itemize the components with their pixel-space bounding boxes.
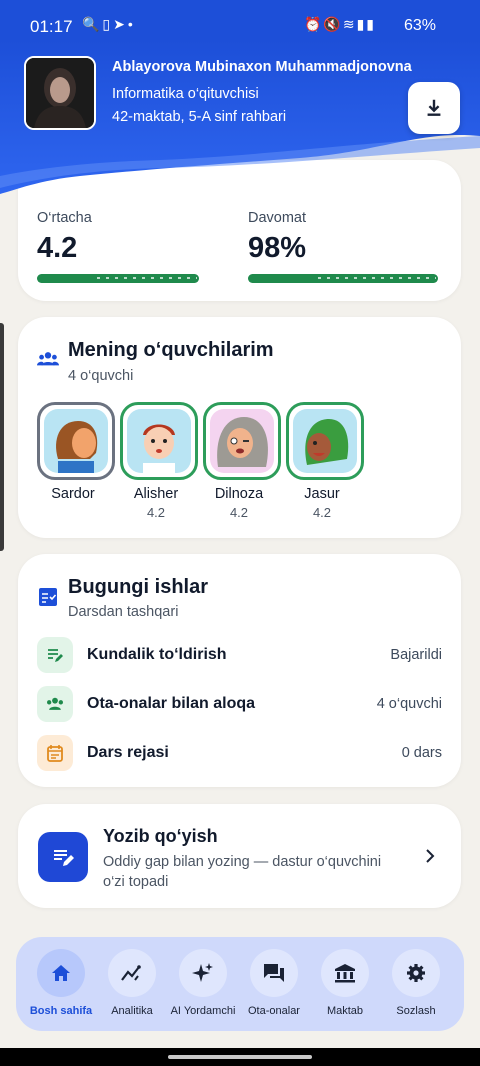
nav-item-settings[interactable]: Sozlash <box>384 937 448 1031</box>
tasks-card: Bugungi ishlar Darsdan tashqari Kundalik… <box>18 554 461 787</box>
task-value: 0 dars <box>401 745 442 761</box>
teacher-school: 42-maktab, 5-A sinf rahbari <box>112 109 287 125</box>
average-bar <box>37 274 199 283</box>
quick-add-description-cont: o‘zi topadi <box>103 874 169 890</box>
bottom-nav: Bosh sahifa Analitika AI Yordamchi Ota-o… <box>16 937 464 1031</box>
group-icon <box>37 686 73 722</box>
nav-label: Sozlash <box>396 1005 436 1017</box>
student-grade: 4.2 <box>312 505 332 520</box>
sparkle-icon <box>179 949 227 997</box>
student-name: Dilnoza <box>214 486 264 502</box>
checklist-icon <box>39 588 57 606</box>
analytics-icon <box>108 949 156 997</box>
student-name: Alisher <box>133 486 179 502</box>
edit-note-icon <box>37 637 73 673</box>
attendance-bar <box>248 274 438 283</box>
system-icons: ⏰🔇≋▮▮ <box>304 16 377 32</box>
student-avatar[interactable] <box>37 402 115 480</box>
edge-handle[interactable] <box>0 323 4 551</box>
task-row[interactable]: Ota-onalar bilan aloqa 4 o‘quvchi <box>37 685 442 723</box>
nav-item-school[interactable]: Maktab <box>313 937 377 1031</box>
tasks-subtitle: Darsdan tashqari <box>68 604 179 620</box>
calendar-icon <box>37 735 73 771</box>
quick-add-description: Oddiy gap bilan yozing — dastur o‘quvchi… <box>103 854 382 870</box>
chevron-right-icon <box>426 849 435 863</box>
teacher-name: Ablayorova Mubinaxon Muhammadjonovna <box>112 59 412 75</box>
nav-item-analytics[interactable]: Analitika <box>100 937 164 1031</box>
edit-note-icon <box>38 832 88 882</box>
task-row[interactable]: Dars rejasi 0 dars <box>37 734 442 772</box>
task-label: Ota-onalar bilan aloqa <box>87 695 256 712</box>
student-name: Sardor <box>51 486 95 502</box>
home-indicator[interactable] <box>168 1055 312 1059</box>
average-value: 4.2 <box>37 232 78 264</box>
task-row[interactable]: Kundalik to‘ldirish Bajarildi <box>37 636 442 674</box>
task-label: Dars rejasi <box>87 744 169 761</box>
nav-item-parents[interactable]: Ota-onalar <box>242 937 306 1031</box>
student-avatar[interactable] <box>120 402 198 480</box>
task-label: Kundalik to‘ldirish <box>87 646 227 663</box>
nav-item-home[interactable]: Bosh sahifa <box>29 937 93 1031</box>
download-icon <box>427 99 441 116</box>
notification-icons: 🔍▯➤• <box>82 16 136 32</box>
tasks-title: Bugungi ishlar <box>68 576 208 598</box>
student-name: Jasur <box>304 486 340 502</box>
attendance-value: 98% <box>248 232 307 264</box>
gear-icon <box>392 949 440 997</box>
teacher-avatar[interactable] <box>24 56 96 130</box>
task-value: Bajarildi <box>390 647 442 663</box>
task-value: 4 o‘quvchi <box>376 696 442 712</box>
quick-add-card[interactable]: Yozib qo‘yish Oddiy gap bilan yozing — d… <box>18 804 461 908</box>
attendance-label: Davomat <box>248 210 307 226</box>
students-count: 4 o‘quvchi <box>68 368 134 384</box>
teacher-role: Informatika o‘qituvchisi <box>112 86 259 102</box>
student-grade: 4.2 <box>229 505 249 520</box>
bank-icon <box>321 949 369 997</box>
students-title: Mening o‘quvchilarim <box>68 339 274 361</box>
average-label: O‘rtacha <box>37 210 92 226</box>
battery-level: 63% <box>404 17 437 34</box>
group-icon <box>37 352 59 366</box>
status-time: 01:17 <box>30 17 73 36</box>
nav-item-ai-assistant[interactable]: AI Yordamchi <box>171 937 235 1031</box>
download-button[interactable] <box>408 82 460 134</box>
student-avatar[interactable] <box>203 402 281 480</box>
status-bar: 01:17 🔍▯➤• ⏰🔇≋▮▮ 63% <box>0 0 480 40</box>
home-icon <box>37 949 85 997</box>
students-card[interactable]: Mening o‘quvchilarim 4 o‘quvchi Sardor A… <box>18 317 461 538</box>
student-grade: 4.2 <box>146 505 166 520</box>
chat-icon <box>250 949 298 997</box>
quick-add-title: Yozib qo‘yish <box>103 826 218 846</box>
student-avatar[interactable] <box>286 402 364 480</box>
